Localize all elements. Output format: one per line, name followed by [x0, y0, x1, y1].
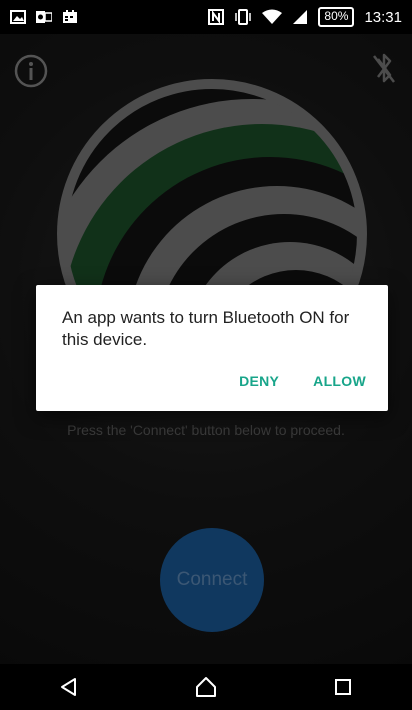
signal-icon	[293, 10, 308, 24]
nfc-icon	[208, 9, 225, 25]
back-icon	[60, 678, 76, 696]
navigation-bar	[0, 664, 412, 710]
home-button[interactable]	[176, 664, 236, 710]
vibrate-icon	[235, 9, 252, 25]
status-left	[10, 10, 78, 24]
wifi-icon	[262, 9, 283, 24]
back-button[interactable]	[39, 664, 99, 710]
home-icon	[195, 677, 216, 697]
status-right: 80% 13:31	[208, 7, 402, 27]
calendar-icon	[63, 10, 77, 23]
dialog-actions: DENY ALLOW	[239, 373, 366, 389]
outlook-icon	[36, 11, 52, 23]
recents-button[interactable]	[313, 664, 373, 710]
deny-button[interactable]: DENY	[239, 373, 279, 389]
phone-screen: 80% 13:31 Press the 'Connect' button bel…	[0, 0, 412, 710]
battery-indicator: 80%	[318, 7, 355, 27]
clock: 13:31	[364, 8, 402, 26]
allow-button[interactable]: ALLOW	[313, 373, 366, 389]
dialog-message: An app wants to turn Bluetooth ON for th…	[62, 308, 350, 349]
bluetooth-permission-dialog: An app wants to turn Bluetooth ON for th…	[36, 285, 388, 411]
recents-icon	[335, 679, 352, 695]
status-bar: 80% 13:31	[0, 0, 412, 34]
image-icon	[10, 10, 26, 24]
